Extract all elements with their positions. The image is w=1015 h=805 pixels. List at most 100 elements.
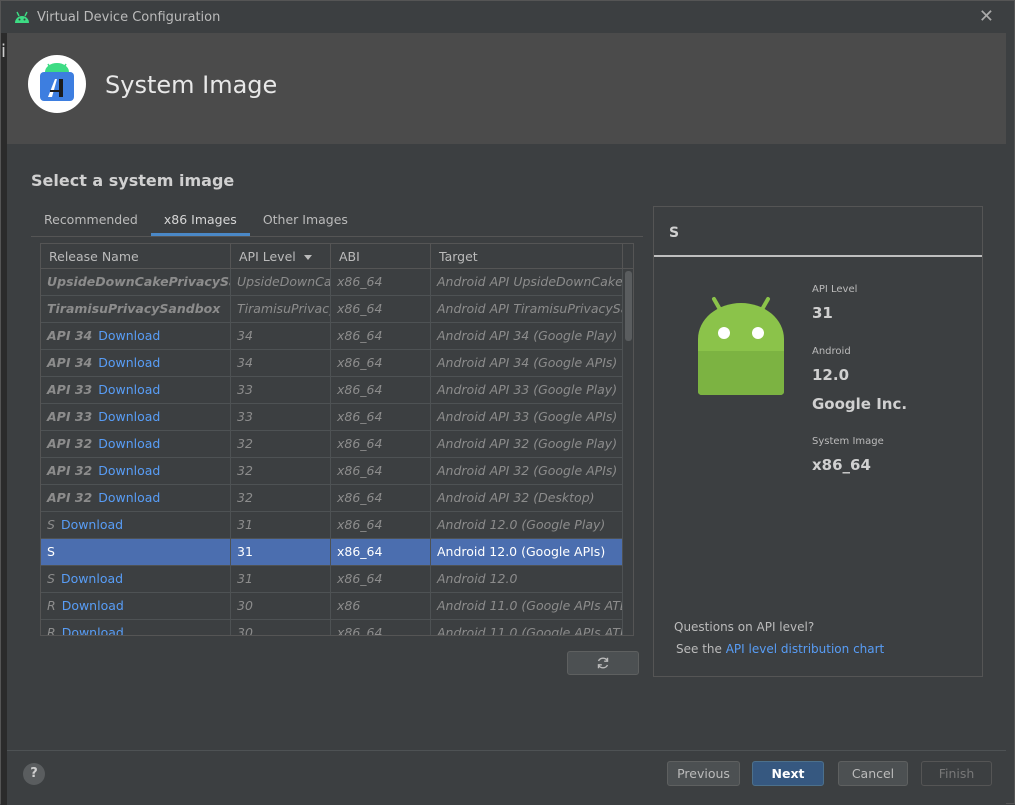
detail-title: S [669, 225, 680, 241]
release-name-cell: S [41, 539, 231, 565]
download-link[interactable]: Download [62, 598, 124, 613]
dialog-footer: ? Previous Next Cancel Finish [7, 750, 1006, 805]
refresh-icon [597, 657, 609, 669]
table-row[interactable]: API 33 Download 33 x86_64 Android API 33 (Go… [41, 404, 623, 431]
release-name: UpsideDownCakePrivacySandbox [47, 274, 230, 289]
download-link[interactable]: Download [62, 625, 124, 635]
column-header-release-name[interactable]: Release Name [41, 244, 231, 269]
api-distribution-link[interactable]: API level distribution chart [726, 642, 885, 656]
image-tabs: Recommended x86 Images Other Images [31, 206, 361, 236]
section-title: Select a system image [31, 171, 235, 190]
api-level-cell: 34 [231, 350, 331, 376]
vendor-value: Google Inc. [812, 395, 908, 413]
abi-cell: x86_64 [331, 404, 431, 430]
scrollbar-thumb[interactable] [625, 271, 632, 341]
android-studio-logo [28, 55, 86, 113]
column-header-api-level[interactable]: API Level [231, 244, 331, 269]
image-detail-panel: S API Level 31 Android 12.0 Google Inc. … [653, 206, 983, 677]
download-link[interactable]: Download [98, 382, 160, 397]
system-image-table: Release Name API Level ABI Target Upside… [40, 243, 634, 636]
refresh-button[interactable] [567, 651, 639, 675]
api-level-cell: 32 [231, 485, 331, 511]
table-row[interactable]: R Download 30 x86_64 Android 11.0 (Google AP… [41, 620, 623, 636]
table-row[interactable]: API 32 Download 32 x86_64 Android API 32 (De… [41, 485, 623, 512]
table-row[interactable]: R Download 30 x86 Android 11.0 (Google APIs … [41, 593, 623, 620]
abi-cell: x86_64 [331, 323, 431, 349]
target-cell: Android 12.0 (Google APIs) [431, 539, 623, 565]
table-row[interactable]: TiramisuPrivacySandbox TiramisuPrivacySan… [41, 296, 623, 323]
content-area: Select a system image Recommended x86 Im… [7, 144, 1006, 750]
android-robot-icon [698, 297, 784, 395]
release-name: API 33 [47, 382, 93, 397]
header-banner: System Image [7, 33, 1006, 144]
api-level-cell: 32 [231, 431, 331, 457]
table-row[interactable]: API 33 Download 33 x86_64 Android API 33 (Go… [41, 377, 623, 404]
download-link[interactable]: Download [98, 355, 160, 370]
release-name: R [47, 598, 56, 613]
close-icon[interactable]: ✕ [979, 6, 994, 27]
abi-cell: x86_64 [331, 485, 431, 511]
table-row[interactable]: S Download 31 x86_64 Android 12.0 [41, 566, 623, 593]
cancel-button[interactable]: Cancel [838, 761, 908, 786]
release-name: R [47, 625, 56, 636]
api-level-cell: 32 [231, 458, 331, 484]
release-name-cell: API 34 Download [41, 350, 231, 376]
system-image-value: x86_64 [812, 456, 871, 474]
table-row[interactable]: API 34 Download 34 x86_64 Android API 34 (Go… [41, 323, 623, 350]
download-link[interactable]: Download [98, 490, 160, 505]
api-level-cell: 31 [231, 512, 331, 538]
help-button[interactable]: ? [23, 763, 45, 785]
release-name: API 32 [47, 463, 93, 478]
abi-cell: x86_64 [331, 566, 431, 592]
table-row[interactable]: S Download 31 x86_64 Android 12.0 (Google Pl… [41, 512, 623, 539]
target-cell: Android API 32 (Google Play) [431, 431, 623, 457]
download-link[interactable]: Download [98, 463, 160, 478]
tab-other-images[interactable]: Other Images [250, 206, 361, 236]
download-link[interactable]: Download [98, 436, 160, 451]
column-header-api-level-label: API Level [239, 249, 296, 264]
target-cell: Android 11.0 (Google APIs ATD) [431, 593, 623, 619]
api-level-cell: 30 [231, 593, 331, 619]
abi-cell: x86_64 [331, 296, 431, 322]
dialog-window: Virtual Device Configuration ✕ i System … [0, 0, 1015, 805]
table-scrollbar[interactable] [623, 269, 633, 635]
title-bar: Virtual Device Configuration ✕ [1, 1, 1014, 33]
api-level-cell: 33 [231, 404, 331, 430]
android-label: Android [812, 346, 851, 357]
finish-button[interactable]: Finish [921, 761, 992, 786]
table-row[interactable]: API 34 Download 34 x86_64 Android API 34 (Go… [41, 350, 623, 377]
release-name: S [47, 544, 55, 559]
api-level-cell: 30 [231, 620, 331, 635]
column-header-abi[interactable]: ABI [331, 244, 431, 269]
tab-x86-images[interactable]: x86 Images [150, 206, 250, 236]
abi-cell: x86_64 [331, 377, 431, 403]
release-name-cell: API 32 Download [41, 458, 231, 484]
column-header-target[interactable]: Target [431, 244, 623, 269]
android-version-value: 12.0 [812, 366, 850, 384]
download-link[interactable]: Download [61, 517, 123, 532]
previous-button[interactable]: Previous [667, 761, 740, 786]
next-button[interactable]: Next [752, 761, 824, 786]
download-link[interactable]: Download [98, 409, 160, 424]
target-cell: Android API 34 (Google APIs) [431, 350, 623, 376]
release-name-cell: API 32 Download [41, 485, 231, 511]
api-level-cell: 31 [231, 539, 331, 565]
table-row[interactable]: API 32 Download 32 x86_64 Android API 32 (Go… [41, 458, 623, 485]
target-cell: Android API UpsideDownCakePrivacySandbox [431, 269, 623, 295]
target-cell: Android API 33 (Google APIs) [431, 404, 623, 430]
download-link[interactable]: Download [61, 571, 123, 586]
release-name: S [47, 517, 55, 532]
tab-recommended[interactable]: Recommended [31, 206, 151, 236]
table-row[interactable]: API 32 Download 32 x86_64 Android API 32 (Go… [41, 431, 623, 458]
api-level-cell: 34 [231, 323, 331, 349]
table-row[interactable]: UpsideDownCakePrivacySandboxUpsideDownCa… [41, 269, 623, 296]
abi-cell: x86_64 [331, 269, 431, 295]
target-cell: Android 12.0 [431, 566, 623, 592]
table-row[interactable]: S 31 x86_64 Android 12.0 (Google APIs) [41, 539, 623, 566]
android-icon [15, 11, 29, 23]
tab-divider [31, 236, 643, 237]
release-name: API 32 [47, 436, 93, 451]
table-body: UpsideDownCakePrivacySandboxUpsideDownCa… [41, 269, 623, 636]
download-link[interactable]: Download [98, 328, 160, 343]
abi-cell: x86_64 [331, 431, 431, 457]
